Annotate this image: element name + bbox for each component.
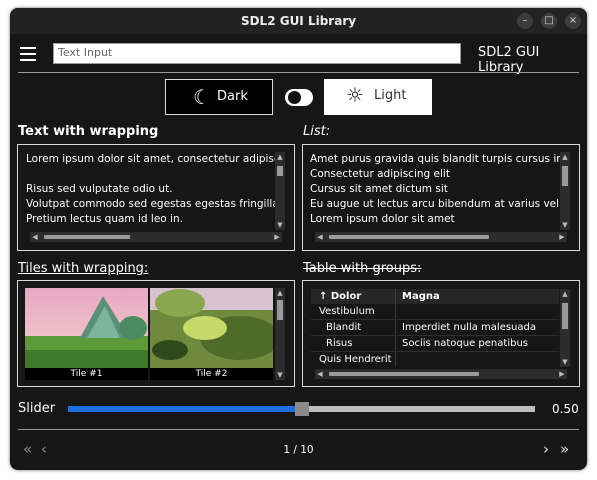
window-title: SDL2 GUI Library <box>240 14 357 28</box>
slider-thumb[interactable] <box>294 402 309 416</box>
groups-table: ↑ Dolor Magna Vestibulum Blandit Imperdi… <box>311 289 559 367</box>
scroll-up-icon[interactable]: ▲ <box>275 288 285 298</box>
light-theme-label: Light <box>374 88 407 103</box>
tile-1[interactable]: Tile #1 <box>25 288 148 380</box>
vertical-scrollbar[interactable]: ▲ ▼ <box>560 289 570 367</box>
scroll-up-icon[interactable]: ▲ <box>275 152 285 162</box>
table-row[interactable]: Quis Hendrerit <box>319 352 394 367</box>
toggle-knob <box>288 91 301 104</box>
text-line: Lorem ipsum dolor sit amet, consectetur … <box>26 153 276 165</box>
table-cell[interactable]: Imperdiet nulla malesuada <box>402 320 557 335</box>
scroll-left-icon[interactable]: ◀ <box>315 369 325 379</box>
wrapping-heading: Text with wrapping <box>18 124 159 139</box>
wrapping-text-body: Lorem ipsum dolor sit amet, consectetur … <box>26 152 276 227</box>
table-cell[interactable]: Sociis natoque penatibus <box>402 336 557 351</box>
table-panel: ↑ Dolor Magna Vestibulum Blandit Imperdi… <box>302 280 580 387</box>
scroll-thumb[interactable] <box>562 303 568 329</box>
tiles-heading: Tiles with wrapping: <box>18 261 149 276</box>
scroll-right-icon[interactable]: ▶ <box>272 232 282 242</box>
light-theme-button[interactable]: ☼ Light <box>324 79 432 115</box>
list-item[interactable]: Amet purus gravida quis blandit turpis c… <box>310 152 560 167</box>
scroll-thumb[interactable] <box>277 300 283 320</box>
column-divider <box>395 289 396 367</box>
table-row[interactable]: Risus <box>326 336 394 351</box>
scroll-thumb[interactable] <box>277 166 283 176</box>
column-header-magna[interactable]: Magna <box>402 289 552 304</box>
footer-divider <box>18 429 579 430</box>
text-line: Volutpat commodo sed egestas egestas fri… <box>26 198 276 210</box>
sun-icon: ☼ <box>346 83 364 107</box>
hamburger-menu-icon[interactable] <box>20 47 36 65</box>
tile-caption: Tile #2 <box>150 368 273 380</box>
scroll-left-icon[interactable]: ◀ <box>30 232 40 242</box>
scroll-thumb[interactable] <box>562 166 568 186</box>
text-wrapping-panel: Lorem ipsum dolor sit amet, consectetur … <box>17 144 295 251</box>
tile-2-image <box>150 288 273 368</box>
horizontal-scrollbar[interactable]: ◀ ▶ <box>30 232 282 242</box>
scroll-down-icon[interactable]: ▼ <box>560 357 570 367</box>
list-item[interactable]: Cursus sit amet dictum sit <box>310 182 560 197</box>
text-line: Pretium lectus quam id leo in. <box>26 213 183 225</box>
slider-fill <box>68 406 302 412</box>
table-row[interactable]: Blandit <box>326 320 394 335</box>
list-item[interactable]: Consectetur adipiscing elit <box>310 167 560 182</box>
scroll-left-icon[interactable]: ◀ <box>315 232 325 242</box>
moon-icon: ☾ <box>193 85 211 109</box>
tile-1-image <box>25 288 148 368</box>
dark-theme-button[interactable]: ☾ Dark <box>165 79 273 115</box>
app-name-label: SDL2 GUI Library <box>478 45 540 75</box>
slider-track[interactable] <box>68 402 535 416</box>
maximize-button[interactable]: □ <box>541 13 557 29</box>
dark-theme-label: Dark <box>217 89 248 104</box>
scroll-right-icon[interactable]: ▶ <box>557 369 567 379</box>
list-item[interactable]: Eu augue ut lectus arcu bibendum at vari… <box>310 197 560 212</box>
column-header-dolor[interactable]: ↑ Dolor <box>319 289 394 304</box>
scroll-down-icon[interactable]: ▼ <box>275 220 285 230</box>
scroll-up-icon[interactable]: ▲ <box>560 152 570 162</box>
scroll-down-icon[interactable]: ▼ <box>560 220 570 230</box>
text-line <box>26 167 276 182</box>
list-heading: List: <box>303 124 331 139</box>
scroll-up-icon[interactable]: ▲ <box>560 289 570 299</box>
list-body: Amet purus gravida quis blandit turpis c… <box>310 152 560 227</box>
horizontal-scrollbar[interactable]: ◀ ▶ <box>315 369 567 379</box>
scroll-thumb[interactable] <box>329 235 489 239</box>
next-page-icon[interactable]: › <box>543 440 549 458</box>
slider-value: 0.50 <box>552 402 579 416</box>
vertical-scrollbar[interactable]: ▲ ▼ <box>275 152 285 230</box>
tile-caption: Tile #1 <box>25 368 148 380</box>
text-line: Risus sed vulputate odio ut. <box>26 183 173 195</box>
horizontal-scrollbar[interactable]: ◀ ▶ <box>315 232 567 242</box>
scroll-right-icon[interactable]: ▶ <box>557 232 567 242</box>
page-indicator: 1 / 10 <box>283 444 314 456</box>
scroll-down-icon[interactable]: ▼ <box>275 370 285 380</box>
scroll-thumb[interactable] <box>44 235 130 239</box>
scroll-thumb[interactable] <box>329 372 479 376</box>
list-panel: Amet purus gravida quis blandit turpis c… <box>302 144 580 251</box>
header-divider <box>18 72 579 73</box>
text-input[interactable]: Text Input <box>53 43 461 64</box>
table-row[interactable]: Vestibulum <box>319 304 394 319</box>
last-page-icon[interactable]: » <box>560 440 569 458</box>
tiles-panel: Tile #1 Tile #2 ▲ ▼ <box>17 280 295 387</box>
vertical-scrollbar[interactable]: ▲ ▼ <box>275 288 285 380</box>
app-window: SDL2 GUI Library – □ × Text Input SDL2 G… <box>10 8 587 470</box>
slider-label: Slider <box>18 401 56 416</box>
minimize-button[interactable]: – <box>517 13 533 29</box>
list-item[interactable]: Lorem ipsum dolor sit amet <box>310 212 560 227</box>
theme-toggle-switch[interactable] <box>285 89 313 106</box>
table-heading: Table with groups: <box>303 261 422 276</box>
vertical-scrollbar[interactable]: ▲ ▼ <box>560 152 570 230</box>
close-button[interactable]: × <box>565 13 581 29</box>
tile-2[interactable]: Tile #2 <box>150 288 273 380</box>
